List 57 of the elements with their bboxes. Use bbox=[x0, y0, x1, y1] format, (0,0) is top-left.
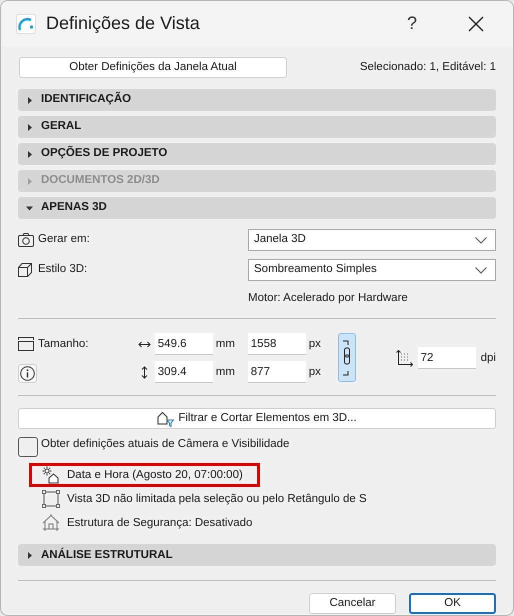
section-header[interactable]: ANÁLISE ESTRUTURAL bbox=[18, 544, 496, 566]
resolution-field[interactable]: 72 bbox=[418, 347, 476, 370]
chevron-down-icon bbox=[475, 236, 487, 244]
unit-label: mm bbox=[214, 336, 236, 352]
size-px-field[interactable]: 1558 bbox=[248, 333, 306, 356]
expand-arrow-icon bbox=[26, 150, 33, 158]
window-title: Definições de Vista bbox=[46, 12, 200, 35]
unit-label: px bbox=[308, 364, 321, 380]
chevron-down-icon bbox=[475, 266, 487, 274]
house-filter-icon bbox=[157, 410, 174, 427]
section-header[interactable]: OPÇÕES DE PROJETO bbox=[18, 143, 496, 165]
vertical-arrow-icon bbox=[140, 366, 148, 379]
expand-arrow-icon bbox=[26, 96, 33, 104]
link-proportions-button[interactable] bbox=[338, 333, 356, 382]
selection-frame-icon bbox=[42, 490, 60, 508]
dropdown[interactable]: Sombreamento Simples bbox=[248, 259, 496, 281]
selection-status: Selecionado: 1, Editável: 1 bbox=[360, 60, 496, 75]
camera-icon bbox=[18, 233, 34, 247]
size-label: Tamanho: bbox=[38, 336, 89, 352]
size-mm-field[interactable]: 549.6 bbox=[154, 333, 213, 356]
dropdown[interactable]: Janela 3D bbox=[248, 229, 496, 251]
cube-icon bbox=[18, 263, 32, 277]
sun-house-icon bbox=[42, 466, 60, 484]
unit-label: px bbox=[308, 336, 321, 352]
info-text: Vista 3D não limitada pela seleção ou pelo Retângulo de S bbox=[67, 492, 367, 507]
unit-label: dpi bbox=[480, 350, 496, 366]
info-button[interactable] bbox=[18, 364, 37, 384]
horizontal-arrow-icon bbox=[138, 340, 151, 348]
info-text: Data e Hora (Agosto 20, 07:00:00) bbox=[67, 468, 243, 483]
help-button[interactable]: ? bbox=[389, 8, 435, 38]
size-mm-field[interactable]: 309.4 bbox=[154, 361, 213, 384]
app-logo-icon bbox=[16, 14, 36, 34]
section-header[interactable]: APENAS 3D bbox=[18, 197, 496, 219]
expand-arrow-icon bbox=[26, 124, 33, 130]
cancel-button[interactable]: Cancelar bbox=[309, 593, 396, 614]
info-text: Estrutura de Segurança: Desativado bbox=[67, 516, 252, 531]
checkbox-label: Obter definições atuais de Câmera e Visibilidade bbox=[41, 437, 290, 452]
house-frame-icon bbox=[42, 514, 60, 532]
expand-arrow-icon bbox=[26, 178, 33, 184]
get-settings-button[interactable]: Obter Definições da Janela Atual bbox=[19, 57, 287, 78]
field-label: Estilo 3D: bbox=[38, 262, 88, 278]
engine-note: Motor: Acelerado por Hardware bbox=[248, 291, 409, 306]
expand-arrow-icon bbox=[26, 552, 33, 559]
ok-button[interactable]: OK bbox=[409, 593, 496, 614]
chain-icon bbox=[342, 340, 352, 376]
info-icon bbox=[20, 366, 35, 382]
field-label: Gerar em: bbox=[38, 232, 91, 248]
resolution-icon bbox=[396, 350, 413, 367]
section-header[interactable]: GERAL bbox=[18, 116, 496, 138]
unit-label: mm bbox=[214, 364, 236, 380]
filter-elements-button[interactable]: Filtrar e Cortar Elementos em 3D... bbox=[18, 408, 496, 430]
checkbox[interactable] bbox=[18, 437, 38, 458]
section-header[interactable]: IDENTIFICAÇÃO bbox=[18, 89, 496, 111]
size-frame-icon bbox=[18, 337, 34, 352]
close-icon bbox=[468, 16, 484, 32]
size-px-field[interactable]: 877 bbox=[248, 361, 306, 384]
collapse-arrow-icon bbox=[26, 204, 33, 212]
